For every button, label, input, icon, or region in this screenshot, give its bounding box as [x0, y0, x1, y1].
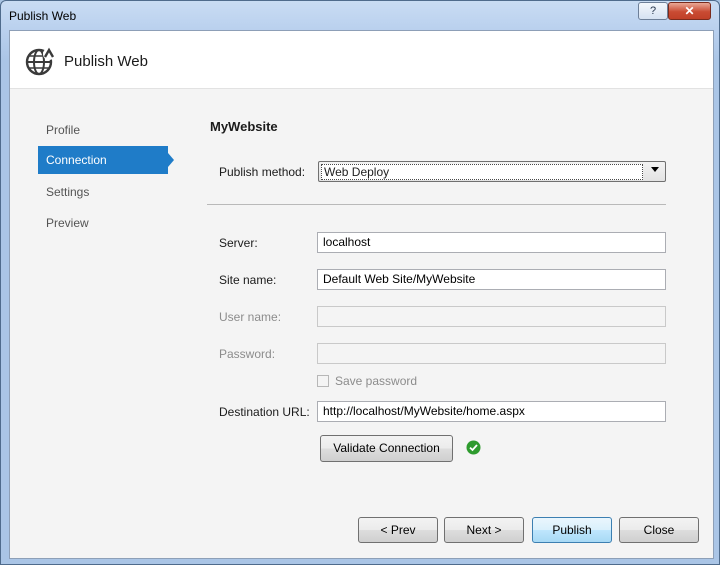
- help-button[interactable]: ?: [638, 2, 668, 20]
- password-input[interactable]: [317, 343, 666, 364]
- password-label: Password:: [219, 347, 276, 361]
- dialog-header-title: Publish Web: [64, 53, 148, 70]
- publish-web-dialog: Publish Web ? ✕ Publish Web Profile Conn…: [0, 0, 720, 565]
- nav-item-settings[interactable]: Settings: [38, 178, 168, 206]
- publish-method-value: Web Deploy: [321, 164, 643, 180]
- next-button[interactable]: Next >: [444, 517, 524, 543]
- close-button[interactable]: Close: [619, 517, 699, 543]
- prev-button[interactable]: < Prev: [358, 517, 438, 543]
- user-name-label: User name:: [219, 310, 282, 324]
- close-window-button[interactable]: ✕: [668, 2, 711, 20]
- dialog-body: Profile Connection Settings Preview MyWe…: [10, 89, 713, 558]
- publish-method-label: Publish method:: [219, 165, 306, 179]
- globe-publish-icon: [25, 47, 55, 76]
- nav-item-profile[interactable]: Profile: [38, 116, 168, 144]
- destination-url-input[interactable]: http://localhost/MyWebsite/home.aspx: [317, 401, 666, 422]
- nav-item-connection[interactable]: Connection: [38, 146, 174, 174]
- publish-method-select[interactable]: Web Deploy: [318, 161, 666, 182]
- site-name-input[interactable]: Default Web Site/MyWebsite: [317, 269, 666, 290]
- destination-url-label: Destination URL:: [219, 405, 310, 419]
- server-input[interactable]: localhost: [317, 232, 666, 253]
- nav-item-preview[interactable]: Preview: [38, 209, 168, 237]
- dialog-header: Publish Web: [10, 31, 713, 89]
- profile-name: MyWebsite: [210, 119, 278, 134]
- validate-connection-button[interactable]: Validate Connection: [320, 435, 453, 462]
- site-name-label: Site name:: [219, 273, 277, 287]
- user-name-input[interactable]: [317, 306, 666, 327]
- dialog-client-area: Publish Web Profile Connection Settings …: [9, 30, 714, 559]
- publish-button[interactable]: Publish: [532, 517, 612, 543]
- chevron-down-icon: [651, 167, 659, 172]
- checkmark-success-icon: [466, 440, 481, 455]
- title-bar: Publish Web ? ✕: [1, 1, 719, 29]
- window-title: Publish Web: [9, 9, 77, 23]
- server-label: Server:: [219, 236, 258, 250]
- save-password-checkbox[interactable]: [317, 375, 329, 387]
- divider: [207, 204, 666, 205]
- save-password-label: Save password: [335, 374, 418, 388]
